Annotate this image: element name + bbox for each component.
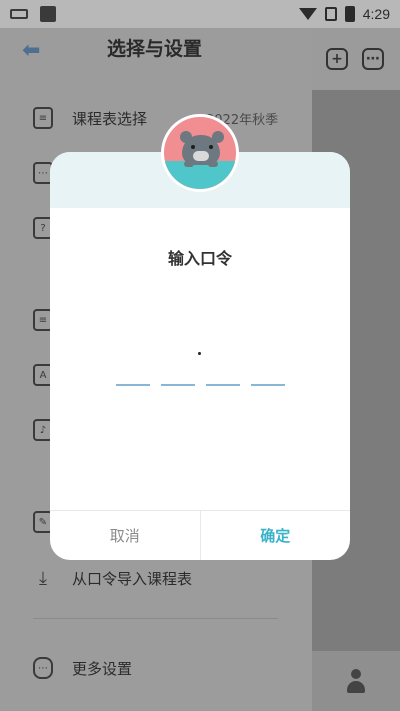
menu-item-label: 课程表选择: [72, 109, 148, 128]
sim-icon: [324, 7, 337, 21]
menu-item-schedule-select[interactable]: ≡ 课程表选择 2022年秋季: [0, 98, 312, 138]
profile-icon[interactable]: [345, 669, 367, 693]
keyboard-icon: [10, 9, 28, 19]
drawer-title: 选择与设置: [107, 38, 203, 60]
code-input[interactable]: [116, 384, 285, 386]
bear-eye: [191, 145, 195, 149]
bear-paw: [208, 161, 218, 167]
menu-item-label: 从口令导入课程表: [72, 569, 193, 588]
bear-snout: [193, 151, 209, 161]
add-icon[interactable]: +: [326, 48, 348, 70]
drawer-header: ⬅ 选择与设置: [0, 28, 312, 74]
code-slot[interactable]: [161, 384, 195, 386]
menu-item-label: 更多设置: [72, 659, 133, 678]
code-slot[interactable]: [116, 384, 150, 386]
menu-item-more-settings[interactable]: ⋯ 更多设置: [0, 648, 312, 688]
enter-code-dialog: 输入口令 取消 确定: [50, 152, 350, 560]
code-slot[interactable]: [206, 384, 240, 386]
code-slot[interactable]: [251, 384, 285, 386]
download-icon: ⤓: [39, 567, 47, 589]
bear-avatar: [161, 114, 239, 192]
dialog-footer: 取消 确定: [50, 510, 350, 560]
main-page-bottombar: [312, 651, 400, 711]
cursor-dot: [198, 352, 201, 355]
main-page-topbar: + ⋯: [312, 28, 400, 90]
dialog-title: 输入口令: [167, 249, 232, 268]
bear-paw: [184, 161, 194, 167]
confirm-button[interactable]: 确定: [201, 511, 351, 560]
battery-icon: [344, 6, 355, 22]
divider: [33, 618, 278, 619]
bear-eye: [209, 145, 213, 149]
back-arrow-icon[interactable]: ⬅: [22, 38, 40, 63]
cancel-button[interactable]: 取消: [50, 511, 201, 560]
more-icon[interactable]: ⋯: [362, 48, 384, 70]
status-time: 4:29: [362, 6, 390, 22]
status-bar: 4:29: [0, 0, 400, 28]
wifi-icon: [298, 8, 317, 20]
clipboard-icon: ≡: [33, 107, 53, 129]
app-notification-icon: [40, 6, 56, 22]
bear-paws: [184, 161, 218, 167]
more-dots-icon: ⋯: [33, 657, 53, 679]
menu-item-import-code[interactable]: ⤓ 从口令导入课程表: [0, 558, 312, 598]
